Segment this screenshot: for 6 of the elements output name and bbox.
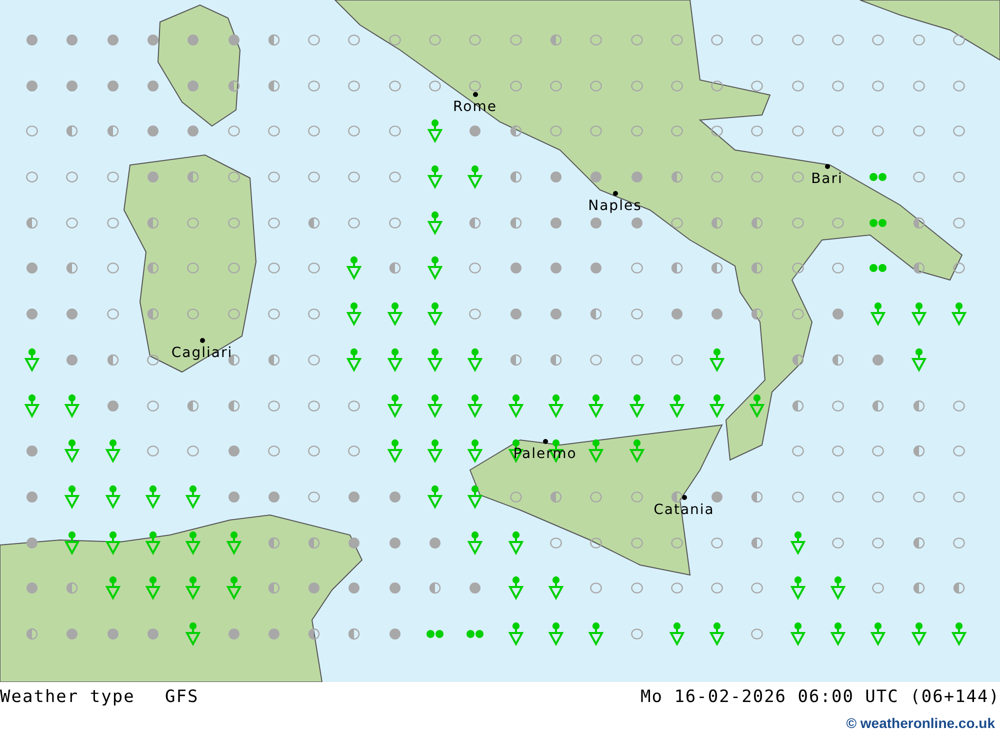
city-label: Naples [588,198,642,214]
city-label: Bari [811,171,843,187]
copyright-credit: © weatheronline.co.uk [846,714,995,733]
forecast-datetime: Mo 16-02-2026 06:00 UTC (06+144) [640,686,1000,709]
map-title: Weather type [0,686,135,709]
model-name: GFS [165,686,199,709]
